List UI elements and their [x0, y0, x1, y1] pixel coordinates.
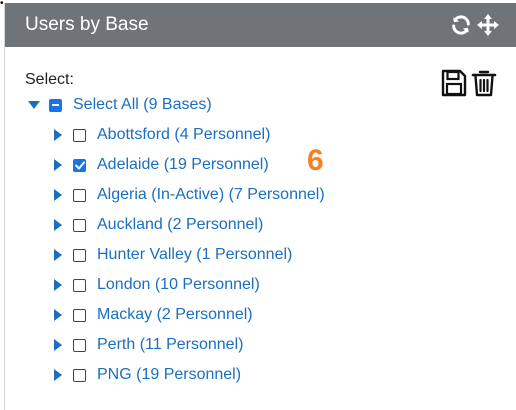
header-tools [450, 13, 500, 37]
tree-item-label[interactable]: PNG (19 Personnel) [97, 366, 241, 384]
select-all-checkbox[interactable] [49, 98, 62, 112]
tree-item-label[interactable]: Perth (11 Personnel) [97, 336, 243, 354]
users-by-base-panel: Users by Base Select: Select All (9 Base… [4, 3, 516, 410]
caret-right-icon[interactable] [51, 188, 65, 202]
tree-item-row[interactable]: Perth (11 Personnel) [51, 333, 243, 357]
move-icon[interactable] [476, 13, 500, 37]
tree-item-row[interactable]: Auckland (2 Personnel) [51, 213, 263, 237]
caret-right-icon[interactable] [51, 368, 65, 382]
tree-item-row[interactable]: Adelaide (19 Personnel) [51, 153, 269, 177]
caret-right-icon[interactable] [51, 218, 65, 232]
corner-mark: • [0, 0, 4, 9]
tree-item-row[interactable]: London (10 Personnel) [51, 273, 260, 297]
action-icons [441, 69, 497, 102]
caret-right-icon[interactable] [51, 128, 65, 142]
tree-item-label[interactable]: Abottsford (4 Personnel) [97, 126, 270, 144]
tree-item-row[interactable]: PNG (19 Personnel) [51, 363, 241, 387]
tree-item-checkbox[interactable] [73, 158, 86, 172]
selection-count-badge: 6 [307, 144, 324, 177]
tree-item-checkbox[interactable] [73, 338, 86, 352]
caret-right-icon[interactable] [51, 248, 65, 262]
tree-item-checkbox[interactable] [73, 188, 86, 202]
tree-item-label[interactable]: Algeria (In-Active) (7 Personnel) [97, 186, 325, 204]
tree-item-row[interactable]: Algeria (In-Active) (7 Personnel) [51, 183, 325, 207]
tree-item-row[interactable]: Abottsford (4 Personnel) [51, 123, 270, 147]
tree-item-checkbox[interactable] [73, 308, 86, 322]
save-icon[interactable] [441, 69, 467, 102]
tree-item-label[interactable]: Auckland (2 Personnel) [97, 216, 263, 234]
tree-item-checkbox[interactable] [73, 368, 86, 382]
trash-icon[interactable] [471, 69, 497, 102]
tree-item-label[interactable]: Mackay (2 Personnel) [97, 306, 253, 324]
tree-item-checkbox[interactable] [73, 218, 86, 232]
tree-item-row[interactable]: Mackay (2 Personnel) [51, 303, 253, 327]
panel-header: Users by Base [5, 3, 516, 47]
caret-down-icon[interactable] [27, 98, 41, 112]
caret-right-icon[interactable] [51, 278, 65, 292]
tree-item-label[interactable]: Adelaide (19 Personnel) [97, 156, 269, 174]
tree-item-row[interactable]: Hunter Valley (1 Personnel) [51, 243, 292, 267]
tree-item-checkbox[interactable] [73, 248, 86, 262]
select-all-label[interactable]: Select All (9 Bases) [73, 96, 212, 114]
caret-right-icon[interactable] [51, 338, 65, 352]
caret-right-icon[interactable] [51, 158, 65, 172]
tree-item-checkbox[interactable] [73, 278, 86, 292]
select-label: Select: [25, 71, 74, 88]
tree-root-row[interactable]: Select All (9 Bases) [27, 93, 212, 117]
caret-right-icon[interactable] [51, 308, 65, 322]
refresh-icon[interactable] [450, 14, 472, 36]
tree-item-checkbox[interactable] [73, 128, 86, 142]
tree-item-label[interactable]: Hunter Valley (1 Personnel) [97, 246, 292, 264]
panel-title: Users by Base [25, 14, 149, 35]
tree-item-label[interactable]: London (10 Personnel) [97, 276, 260, 294]
